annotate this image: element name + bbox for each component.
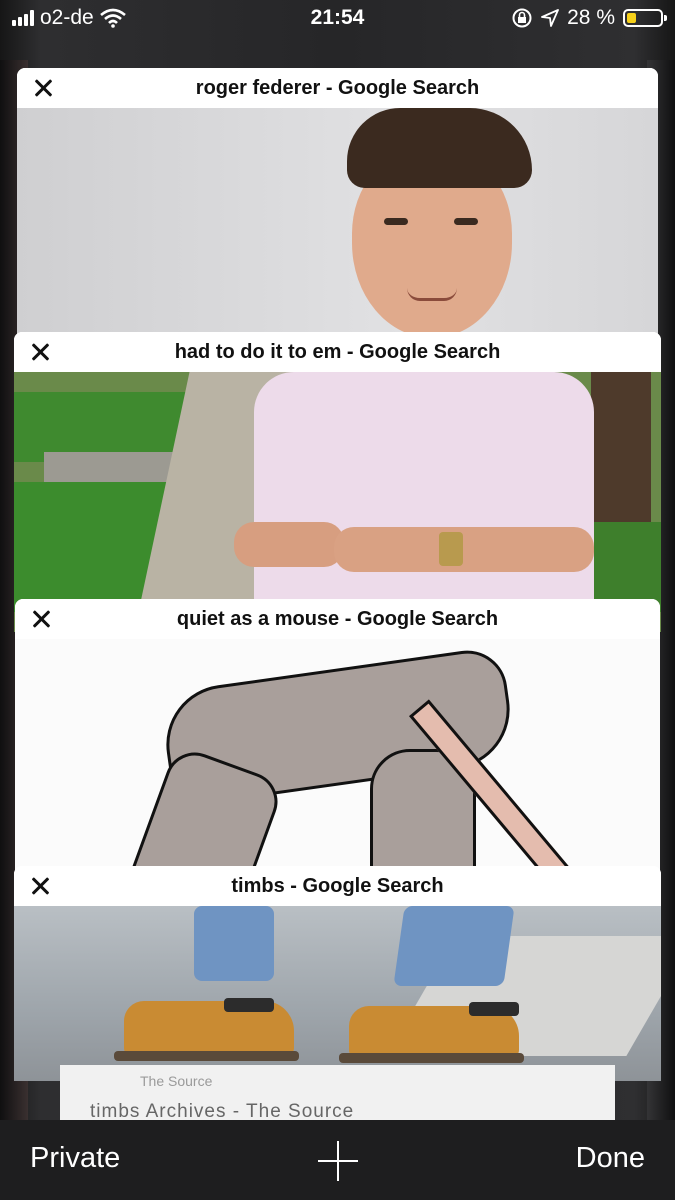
tab-switcher-toolbar: Private Done xyxy=(0,1120,675,1200)
close-icon[interactable] xyxy=(28,340,52,364)
wristwatch xyxy=(439,532,463,566)
close-icon[interactable] xyxy=(29,607,53,631)
plus-icon[interactable] xyxy=(318,1141,358,1181)
tab-title: timbs - Google Search xyxy=(231,874,444,897)
tab-title: roger federer - Google Search xyxy=(195,76,480,99)
tab-preview-image xyxy=(14,372,661,632)
tab-card-2[interactable]: had to do it to em - Google Search xyxy=(14,332,661,632)
underlying-page-preview: The Source timbs Archives - The Source xyxy=(60,1065,615,1125)
private-button[interactable]: Private xyxy=(30,1142,120,1175)
done-button[interactable]: Done xyxy=(576,1142,645,1175)
location-arrow-icon xyxy=(541,9,560,27)
close-icon[interactable] xyxy=(31,76,55,100)
portrait-hair xyxy=(347,108,532,188)
tab-card-1[interactable]: roger federer - Google Search xyxy=(17,68,658,368)
tab-title: quiet as a mouse - Google Search xyxy=(176,607,499,630)
tab-header: quiet as a mouse - Google Search xyxy=(15,599,660,639)
tab-header: timbs - Google Search xyxy=(14,866,661,906)
tab-card-4[interactable]: timbs - Google Search xyxy=(14,866,661,1081)
battery-icon xyxy=(623,9,667,27)
close-icon[interactable] xyxy=(28,874,52,898)
tab-header: roger federer - Google Search xyxy=(17,68,658,108)
tab-header: had to do it to em - Google Search xyxy=(14,332,661,372)
tab-title: had to do it to em - Google Search xyxy=(174,340,501,363)
jeans-leg xyxy=(393,906,515,986)
tab-card-3[interactable]: quiet as a mouse - Google Search xyxy=(15,599,660,899)
status-bar: o2-de 21:54 28 % xyxy=(0,0,675,38)
orientation-lock-icon xyxy=(512,8,532,28)
tab-preview-image xyxy=(14,906,661,1081)
status-right: 28 % xyxy=(511,6,667,30)
jeans-leg xyxy=(194,906,274,981)
battery-level-fill xyxy=(627,13,636,23)
tab-preview-image xyxy=(15,639,660,899)
tab-preview-image xyxy=(17,108,658,368)
pink-shirt xyxy=(254,372,594,612)
battery-percent: 28 % xyxy=(567,6,615,29)
underlying-source: The Source xyxy=(140,1073,213,1089)
